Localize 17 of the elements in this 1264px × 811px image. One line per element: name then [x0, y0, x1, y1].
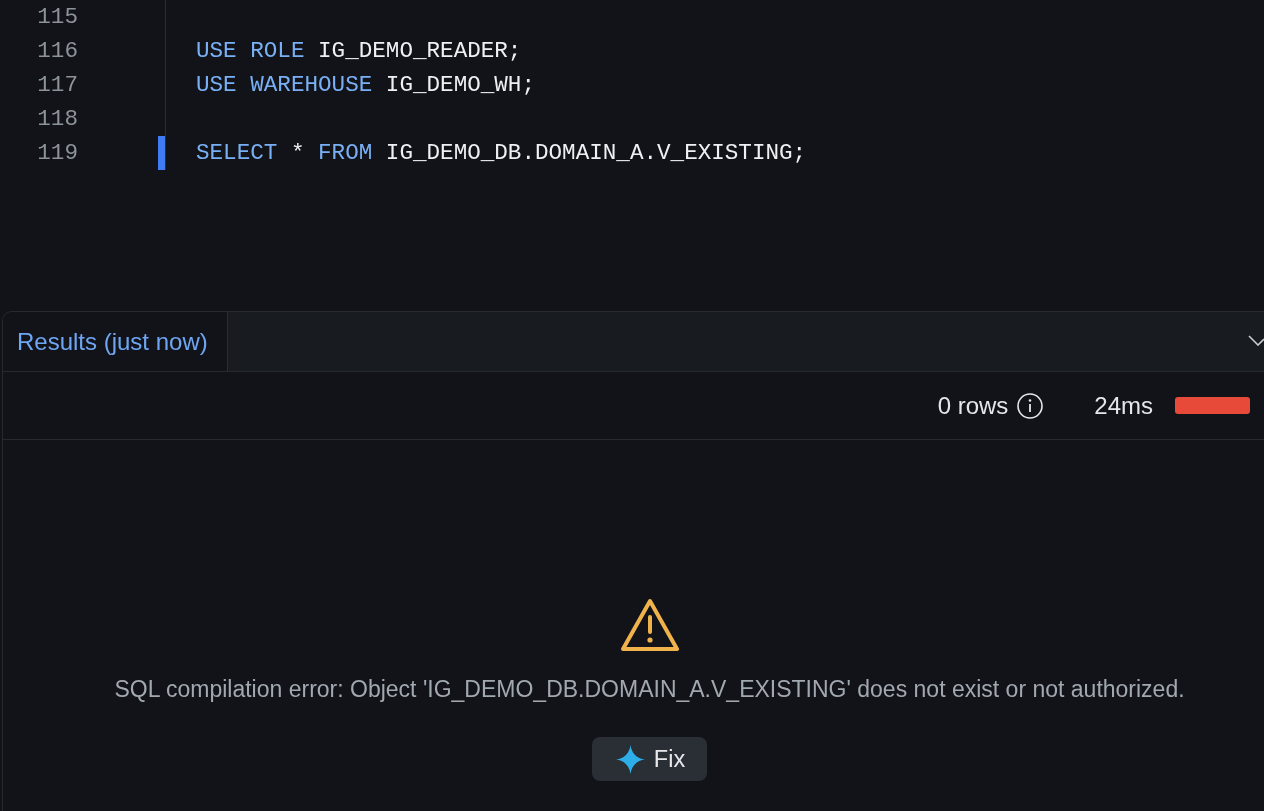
chevron-down-icon[interactable] [1248, 335, 1264, 346]
line-number: 119 [36, 139, 78, 168]
line-number: 117 [36, 71, 78, 100]
code-line: SELECT * FROM IG_DEMO_DB.DOMAIN_A.V_EXISTING; [196, 139, 807, 168]
row-count: 0 rows [937, 391, 1009, 420]
sparkle-icon [615, 744, 645, 774]
results-tab[interactable]: Results (just now) [3, 312, 228, 371]
code-line: USE ROLE IG_DEMO_READER; [196, 37, 522, 66]
code-line: USE WAREHOUSE IG_DEMO_WH; [196, 71, 535, 100]
warning-icon [620, 598, 679, 652]
fix-button[interactable]: Fix [592, 737, 707, 781]
line-number: 118 [36, 105, 78, 134]
query-duration: 24ms [1094, 391, 1153, 420]
line-number: 115 [36, 3, 78, 32]
line-number: 116 [36, 37, 78, 66]
info-icon[interactable] [1017, 392, 1044, 419]
error-message: SQL compilation error: Object 'IG_DEMO_DB.DOMAIN_A.V_EXISTING' does not exist or not authorized. [114, 676, 1185, 703]
